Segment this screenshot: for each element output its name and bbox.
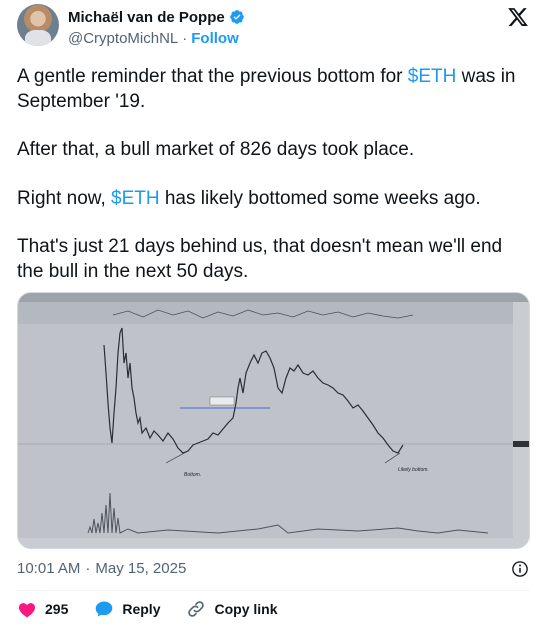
text-segment: has likely bottomed some weeks ago. <box>159 187 481 209</box>
text-segment: Right now, <box>17 187 111 209</box>
author-handle[interactable]: @CryptoMichNL <box>68 30 178 47</box>
avatar[interactable] <box>17 4 59 46</box>
user-info: Michaël van de Poppe @CryptoMichNL · Fol… <box>68 7 245 48</box>
measure-box <box>209 396 235 406</box>
author-name[interactable]: Michaël van de Poppe <box>68 9 225 26</box>
heart-icon <box>18 603 36 618</box>
cashtag-eth-link[interactable]: $ETH <box>408 66 457 87</box>
info-icon[interactable] <box>511 560 529 578</box>
oscillator-panel <box>18 302 513 324</box>
copy-link-label: Copy link <box>214 601 278 617</box>
x-logo-icon[interactable] <box>507 6 529 28</box>
likely-bottom-label: Likely bottom. <box>398 467 429 473</box>
reply-icon <box>96 601 113 617</box>
bottom-label: Bottom. <box>184 472 201 478</box>
text-segment: A gentle reminder that the previous bott… <box>17 66 408 87</box>
copy-link-button[interactable]: Copy link <box>186 599 278 619</box>
volume-bars <box>87 492 489 534</box>
cashtag-eth-link[interactable]: $ETH <box>111 188 160 209</box>
divider <box>17 590 529 591</box>
bottom-arrow <box>165 450 189 464</box>
tweet-timestamp[interactable]: 10:01 AM · May 15, 2025 <box>17 560 186 577</box>
tweet-header: Michaël van de Poppe @CryptoMichNL · Fol… <box>17 4 529 52</box>
tweet-card: Michaël van de Poppe @CryptoMichNL · Fol… <box>0 0 543 628</box>
like-button[interactable]: 295 <box>17 599 68 619</box>
like-count: 295 <box>45 601 69 617</box>
follow-button[interactable]: Follow <box>191 30 239 47</box>
tweet-paragraph-2: After that, a bull market of 826 days to… <box>17 139 415 160</box>
tweet-time: 10:01 AM <box>17 560 81 577</box>
tweet-date: May 15, 2025 <box>95 560 187 577</box>
price-line <box>103 327 404 454</box>
chart-topbar <box>18 293 529 302</box>
handle-separator: · <box>182 29 188 47</box>
link-icon <box>188 601 205 617</box>
price-marker <box>513 441 529 447</box>
likely-bottom-arrow <box>384 452 401 464</box>
reply-label: Reply <box>122 601 161 617</box>
tweet-text: A gentle reminder that the previous bott… <box>17 65 529 308</box>
reply-button[interactable]: Reply <box>94 599 160 619</box>
tweet-paragraph-4: That's just 21 days behind us, that does… <box>17 236 503 282</box>
timestamp-separator: · <box>85 560 91 577</box>
time-axis <box>18 538 529 548</box>
price-axis <box>513 302 529 538</box>
chart-graphic: Bottom. Likely bottom. <box>18 293 529 548</box>
tweet-paragraph-3: Right now, $ETH has likely bottomed some… <box>17 187 529 212</box>
action-bar: 295 Reply Copy link <box>17 598 304 620</box>
verified-badge-icon <box>229 10 244 24</box>
tweet-paragraph-1: A gentle reminder that the previous bott… <box>17 65 529 114</box>
chart-image[interactable]: Bottom. Likely bottom. <box>17 292 530 549</box>
